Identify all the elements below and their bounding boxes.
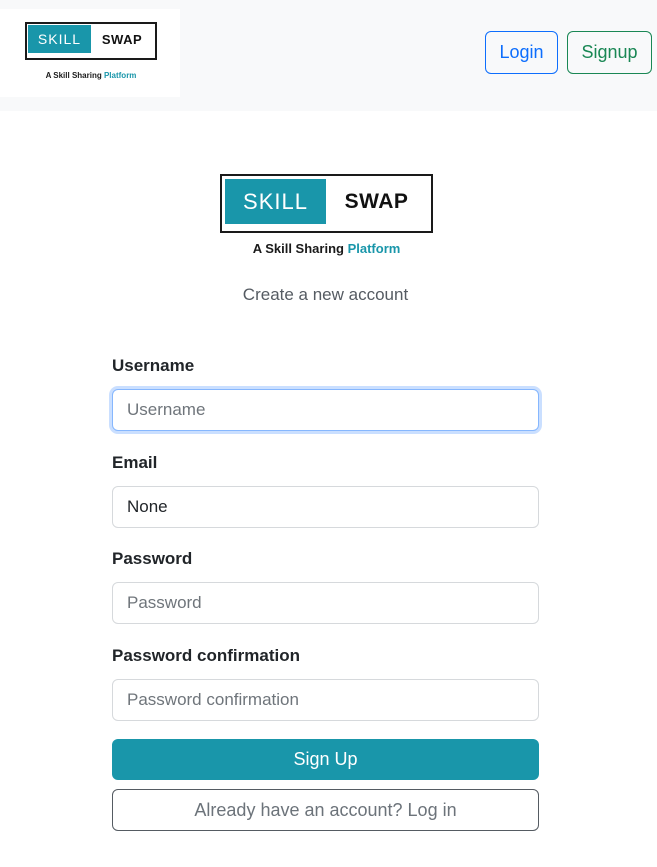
- password-input[interactable]: [112, 582, 539, 624]
- logo-swap-text: SWAP: [344, 189, 409, 213]
- logo-tagline: A Skill Sharing Platform: [220, 241, 433, 256]
- logo-swap-text: SWAP: [101, 31, 143, 47]
- logo-skill-text: SKILL: [28, 25, 91, 53]
- logo-tagline: A Skill Sharing Platform: [25, 71, 157, 80]
- sign-up-button[interactable]: Sign Up: [112, 739, 539, 780]
- username-label: Username: [112, 356, 195, 375]
- email-label: Email: [112, 453, 158, 472]
- password-confirmation-input[interactable]: [112, 679, 539, 721]
- brand-logo[interactable]: SKILL SWAP A Skill Sharing Platform: [25, 22, 157, 86]
- page-subtitle: Create a new account: [242, 285, 409, 304]
- password-confirmation-label: Password confirmation: [112, 646, 300, 665]
- main-logo: SKILL SWAP A Skill Sharing Platform: [220, 174, 433, 260]
- logo-skill-text: SKILL: [225, 179, 326, 224]
- navbar-logo-container[interactable]: SKILL SWAP A Skill Sharing Platform: [0, 9, 180, 97]
- password-label: Password: [112, 549, 193, 568]
- navbar: SKILL SWAP A Skill Sharing Platform Logi…: [0, 0, 657, 111]
- logo-tagline-prefix: A Skill Sharing: [45, 71, 102, 80]
- signup-button[interactable]: Signup: [567, 31, 652, 74]
- logo-tagline-accent: Platform: [347, 241, 401, 256]
- username-input[interactable]: [112, 389, 539, 431]
- login-button[interactable]: Login: [485, 31, 558, 74]
- login-link-button[interactable]: Already have an account? Log in: [112, 789, 539, 831]
- email-input[interactable]: [112, 486, 539, 528]
- logo-tagline-accent: Platform: [103, 71, 137, 80]
- logo-tagline-prefix: A Skill Sharing: [252, 241, 344, 256]
